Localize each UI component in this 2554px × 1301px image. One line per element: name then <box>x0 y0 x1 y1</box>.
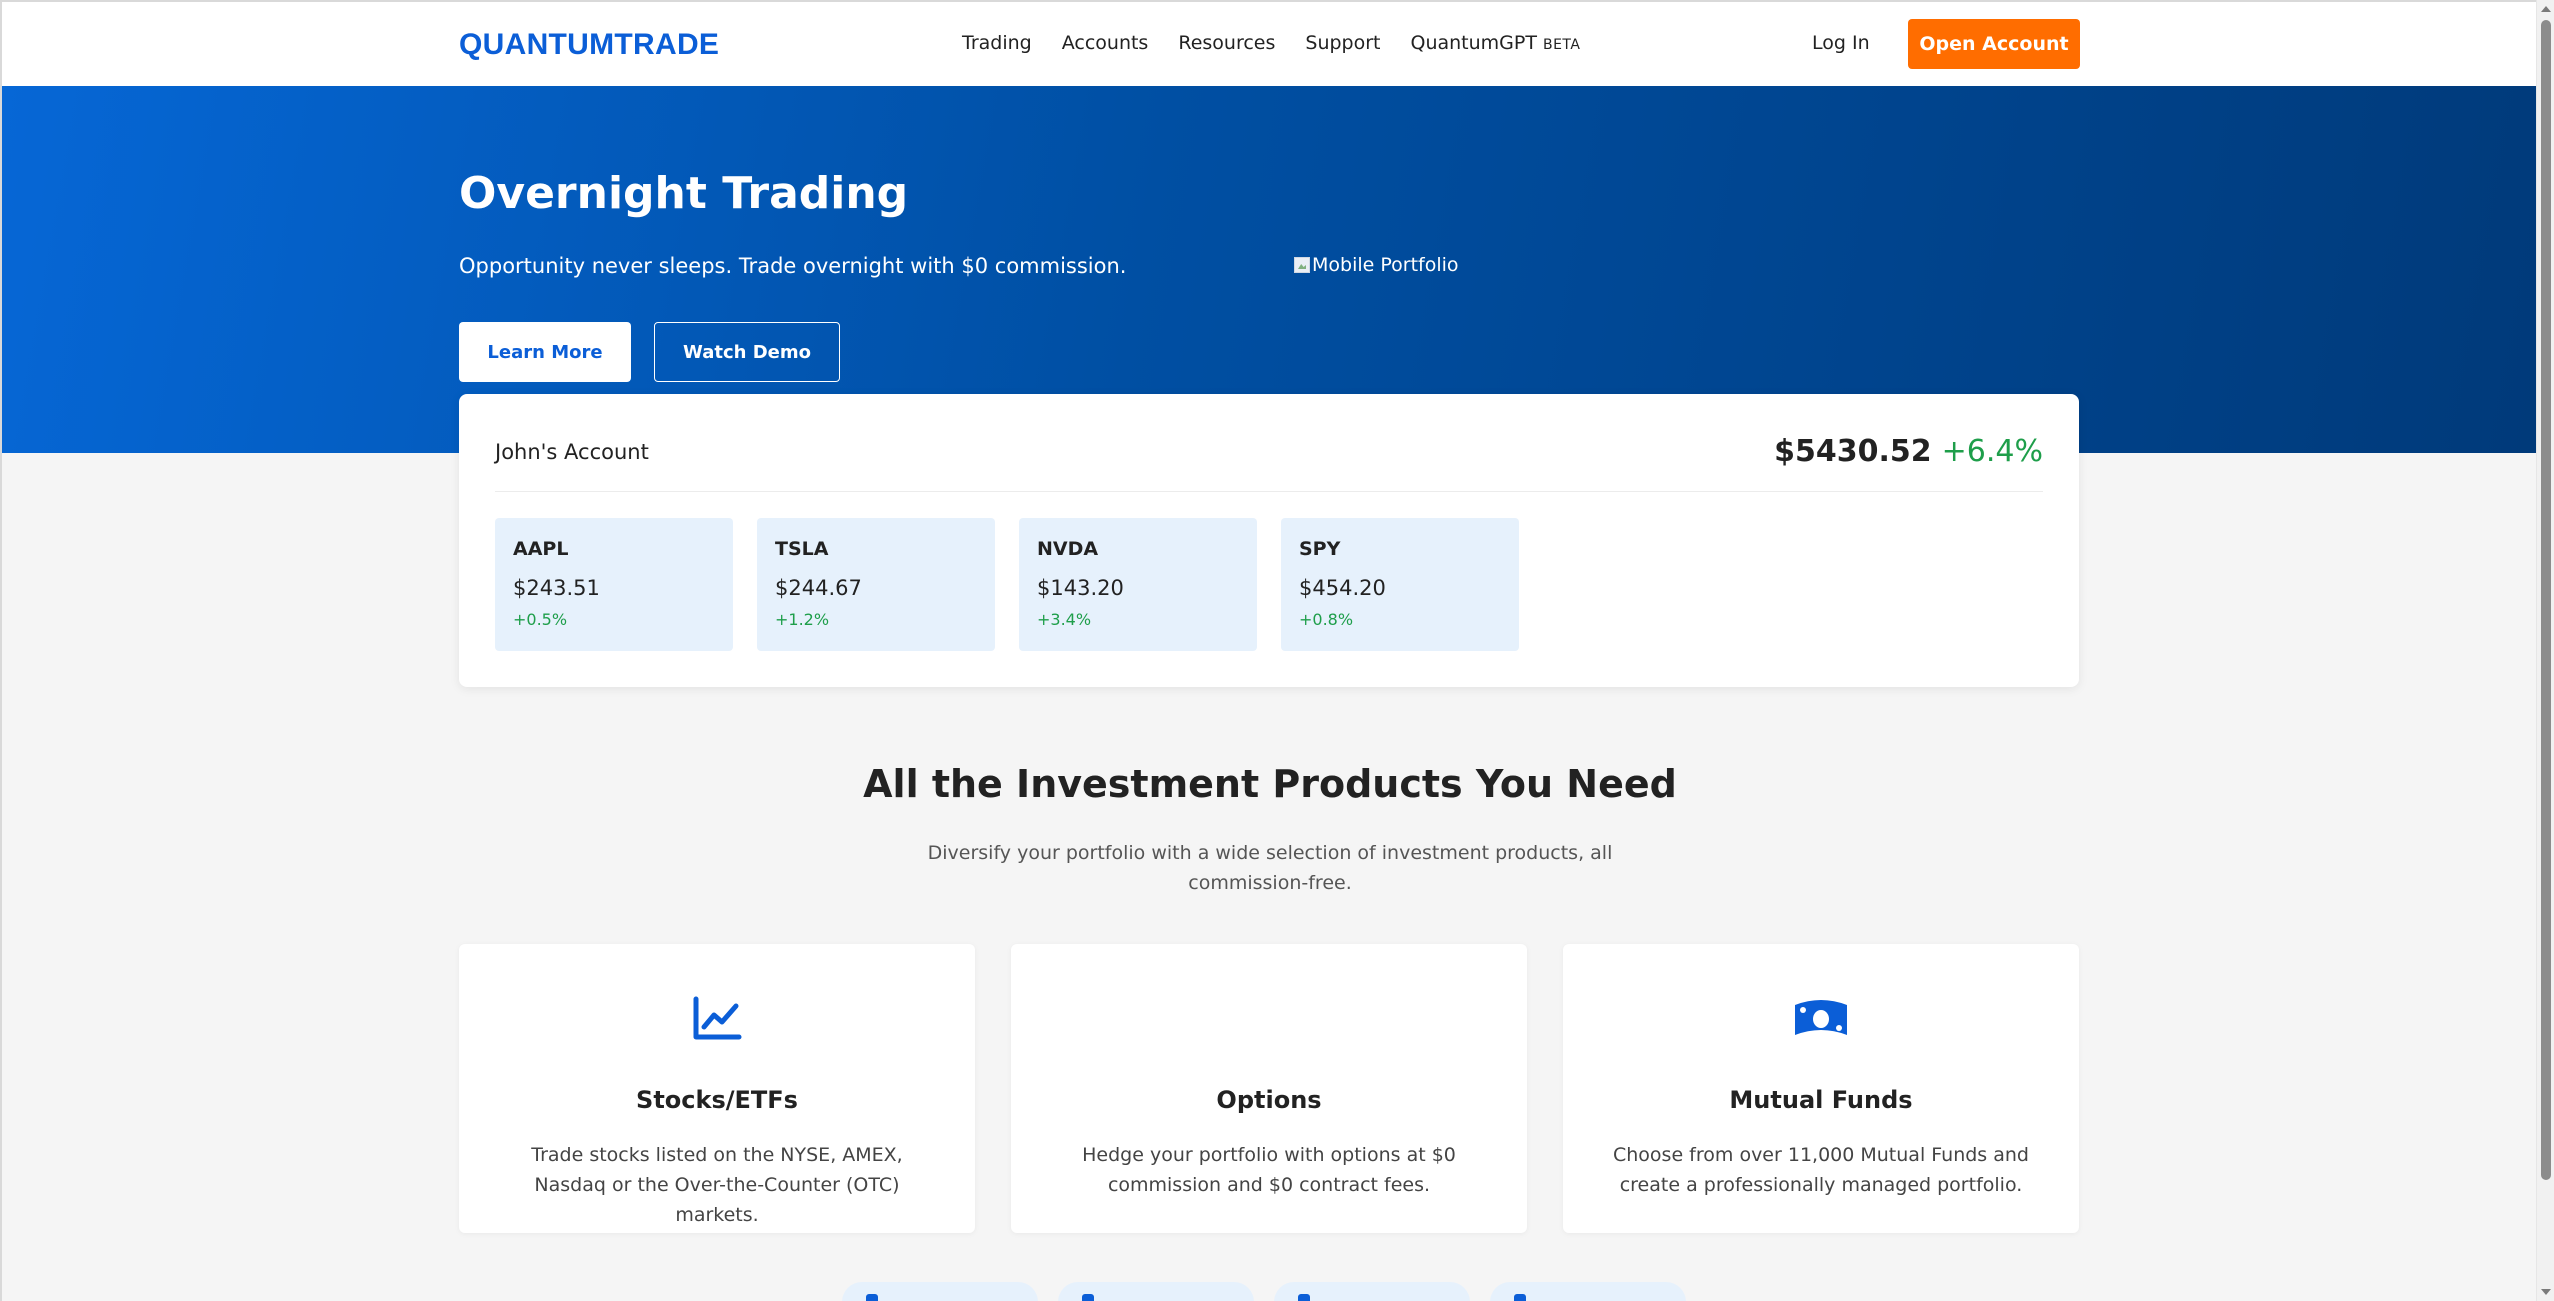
ticker-change: +0.8% <box>1299 610 1354 629</box>
ticker-price: $143.20 <box>1037 576 1124 600</box>
account-change: +6.4% <box>1941 434 2043 469</box>
learn-more-button[interactable]: Learn More <box>459 322 631 382</box>
money-bill-icon <box>1563 992 2079 1046</box>
category-pills <box>842 1282 1686 1301</box>
mobile-portfolio-image: Mobile Portfolio <box>1294 254 1459 276</box>
product-description: Trade stocks listed on the NYSE, AMEX, N… <box>531 1144 903 1226</box>
ticker-price: $454.20 <box>1299 576 1386 600</box>
divider <box>495 491 2043 492</box>
product-description: Hedge your portfolio with options at $0 … <box>1082 1144 1456 1196</box>
product-card-options[interactable]: Options Hedge your portfolio with option… <box>1011 944 1527 1233</box>
hero-subtitle: Opportunity never sleeps. Trade overnigh… <box>459 254 1127 278</box>
ticker-change: +0.5% <box>513 610 568 629</box>
chart-line-icon <box>459 992 975 1046</box>
ticker-card-nvda[interactable]: NVDA $143.20 +3.4% <box>1019 518 1257 651</box>
scrollbar-thumb[interactable] <box>2541 20 2551 1180</box>
pill-icon <box>1298 1294 1310 1301</box>
pill-icon <box>1514 1294 1526 1301</box>
hero-title: Overnight Trading <box>459 168 909 219</box>
ticker-symbol: TSLA <box>775 538 829 560</box>
vertical-scrollbar[interactable] <box>2536 0 2554 1301</box>
nav-support[interactable]: Support <box>1305 32 1380 54</box>
pill-icon <box>866 1294 878 1301</box>
category-pill[interactable] <box>1490 1282 1686 1301</box>
ticker-symbol: NVDA <box>1037 538 1099 560</box>
broken-image-icon <box>1294 257 1310 273</box>
ticker-price: $244.67 <box>775 576 862 600</box>
login-button[interactable]: Log In <box>1812 32 1870 54</box>
account-card: John's Account $5430.52 +6.4% AAPL $243.… <box>459 394 2079 687</box>
ticker-card-aapl[interactable]: AAPL $243.51 +0.5% <box>495 518 733 651</box>
category-pill[interactable] <box>842 1282 1038 1301</box>
ticker-change: +1.2% <box>775 610 830 629</box>
ticker-card-spy[interactable]: SPY $454.20 +0.8% <box>1281 518 1519 651</box>
beta-badge: BETA <box>1542 37 1581 53</box>
product-title: Mutual Funds <box>1729 1086 1913 1114</box>
ticker-price: $243.51 <box>513 576 600 600</box>
ticker-change: +3.4% <box>1037 610 1092 629</box>
ticker-card-tsla[interactable]: TSLA $244.67 +1.2% <box>757 518 995 651</box>
site-logo[interactable]: QUANTUMTRADE <box>459 28 719 62</box>
account-balance: $5430.52 <box>1774 434 1932 469</box>
account-name: John's Account <box>495 440 649 464</box>
ticker-list: AAPL $243.51 +0.5% TSLA $244.67 +1.2% NV… <box>495 518 1519 651</box>
watch-demo-button[interactable]: Watch Demo <box>654 322 840 382</box>
products-subtitle: Diversify your portfolio with a wide sel… <box>927 842 1613 894</box>
nav-resources[interactable]: Resources <box>1178 32 1275 54</box>
nav-quantumgpt-label: QuantumGPT <box>1410 32 1537 54</box>
product-card-mutual-funds[interactable]: Mutual Funds Choose from over 11,000 Mut… <box>1563 944 2079 1233</box>
product-description: Choose from over 11,000 Mutual Funds and… <box>1613 1144 2029 1196</box>
scroll-up-arrow-icon[interactable] <box>2541 6 2551 12</box>
nav-accounts[interactable]: Accounts <box>1062 32 1149 54</box>
browser-viewport: QUANTUMTRADE Trading Accounts Resources … <box>0 0 2536 1301</box>
product-title: Options <box>1216 1086 1322 1114</box>
category-pill[interactable] <box>1058 1282 1254 1301</box>
main-nav: Trading Accounts Resources Support Quant… <box>962 32 1610 54</box>
scroll-down-arrow-icon[interactable] <box>2541 1289 2551 1295</box>
nav-quantumgpt[interactable]: QuantumGPT BETA <box>1411 32 1581 54</box>
ticker-symbol: AAPL <box>513 538 569 560</box>
open-account-button[interactable]: Open Account <box>1908 19 2080 69</box>
pill-icon <box>1082 1294 1094 1301</box>
products-title: All the Investment Products You Need <box>863 762 1677 806</box>
product-title: Stocks/ETFs <box>636 1086 798 1114</box>
image-alt-text: Mobile Portfolio <box>1312 254 1459 276</box>
nav-trading[interactable]: Trading <box>962 32 1032 54</box>
account-value: $5430.52 +6.4% <box>1774 434 2043 469</box>
product-cards: Stocks/ETFs Trade stocks listed on the N… <box>459 944 2079 1233</box>
product-card-stocks[interactable]: Stocks/ETFs Trade stocks listed on the N… <box>459 944 975 1233</box>
category-pill[interactable] <box>1274 1282 1470 1301</box>
ticker-symbol: SPY <box>1299 538 1341 560</box>
top-header: QUANTUMTRADE Trading Accounts Resources … <box>2 2 2536 86</box>
